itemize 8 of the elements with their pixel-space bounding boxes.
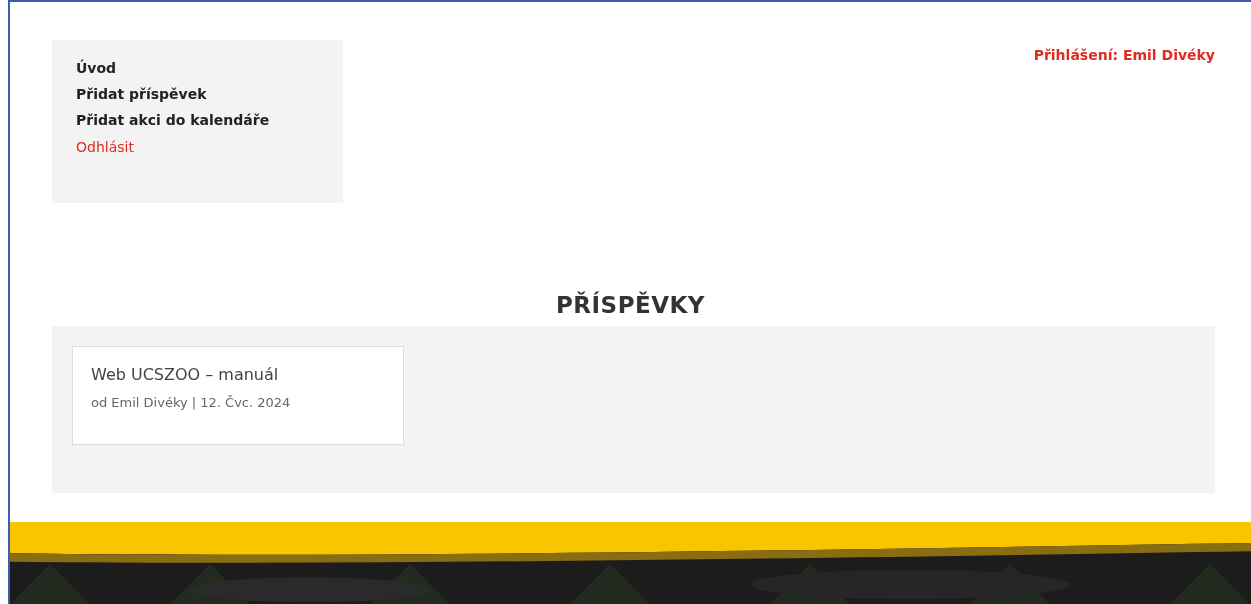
page-heading: PŘÍSPĚVKY — [554, 292, 706, 320]
login-status: Přihlášení: Emil Divéky — [1033, 46, 1215, 65]
post-meta: od Emil Divéky | 12. Čvc. 2024 — [91, 393, 291, 412]
menu-link[interactable]: Přidat akci do kalendáře — [76, 111, 270, 130]
post-title-link[interactable]: Web UCSZOO – manuál — [91, 362, 279, 387]
logout-link[interactable]: Odhlásit — [76, 137, 134, 156]
menu-link[interactable]: Přidat příspěvek — [76, 85, 207, 104]
menu-link[interactable]: Úvod — [76, 59, 117, 78]
